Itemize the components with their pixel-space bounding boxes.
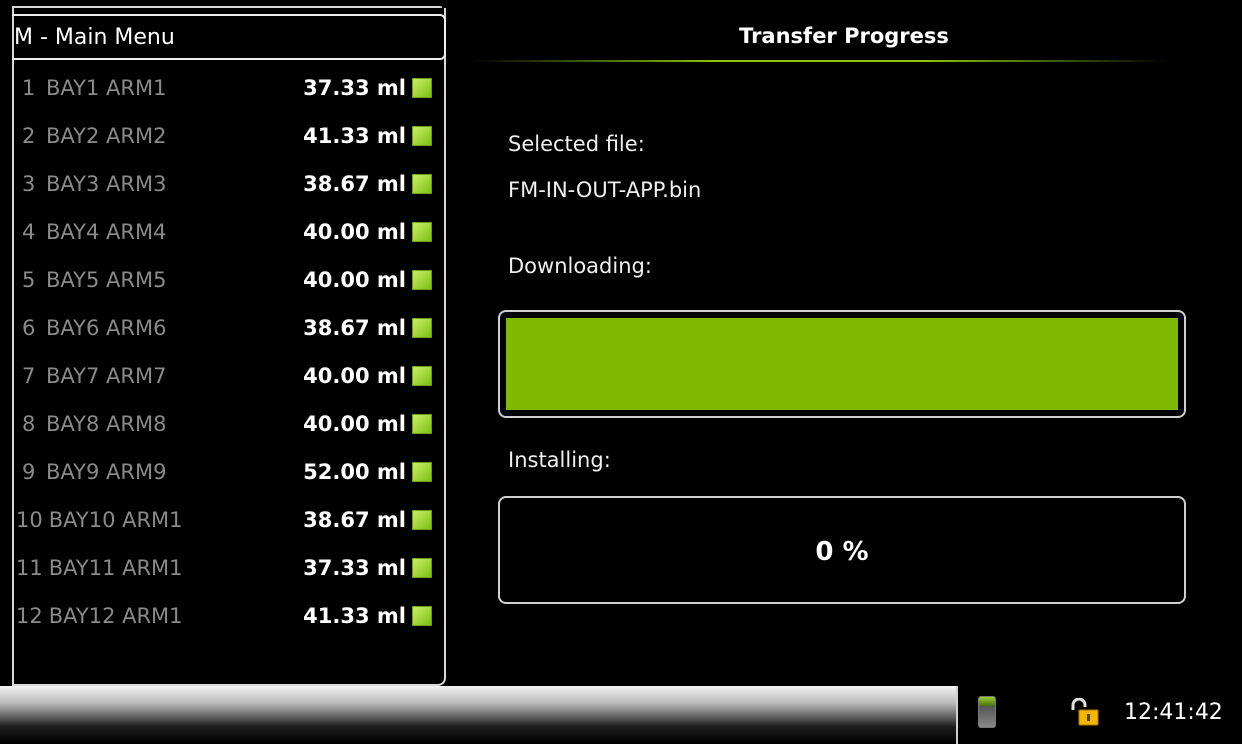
- list-item[interactable]: 4 BAY4 ARM4 40.00 ml: [12, 208, 444, 256]
- item-name: BAY7 ARM7: [46, 364, 167, 388]
- item-number: 7: [22, 364, 36, 388]
- item-name: BAY12 ARM1: [48, 604, 183, 628]
- status-led-icon: [412, 78, 432, 98]
- item-name: BAY2 ARM2: [46, 124, 167, 148]
- item-number: 1: [22, 76, 36, 100]
- status-led-icon: [412, 366, 432, 386]
- item-name: BAY3 ARM3: [46, 172, 167, 196]
- list-item[interactable]: 6 BAY6 ARM6 38.67 ml: [12, 304, 444, 352]
- unlocked-padlock-icon[interactable]: [1070, 698, 1100, 726]
- main-menu-title[interactable]: M - Main Menu: [12, 14, 446, 60]
- item-name: BAY11 ARM1: [48, 556, 183, 580]
- install-progress-bar: 0 %: [498, 496, 1186, 604]
- page-title: Transfer Progress: [739, 24, 949, 48]
- item-volume: 40.00 ml: [303, 268, 406, 292]
- item-number: 8: [22, 412, 36, 436]
- item-volume: 38.67 ml: [303, 172, 406, 196]
- status-led-icon: [412, 510, 432, 530]
- item-name: BAY4 ARM4: [46, 220, 167, 244]
- status-led-icon: [412, 222, 432, 242]
- selected-file-name: FM-IN-OUT-APP.bin: [508, 178, 702, 202]
- item-number: 2: [22, 124, 36, 148]
- installing-label: Installing:: [508, 448, 611, 472]
- status-led-icon: [412, 606, 432, 626]
- handheld-device-icon[interactable]: [978, 696, 996, 728]
- item-name: BAY5 ARM5: [46, 268, 167, 292]
- status-led-icon: [412, 270, 432, 290]
- list-item[interactable]: 8 BAY8 ARM8 40.00 ml: [12, 400, 444, 448]
- list-item[interactable]: 9 BAY9 ARM9 52.00 ml: [12, 448, 444, 496]
- item-volume: 37.33 ml: [303, 556, 406, 580]
- item-name: BAY9 ARM9: [46, 460, 167, 484]
- item-volume: 38.67 ml: [303, 316, 406, 340]
- item-number: 6: [22, 316, 36, 340]
- item-volume: 38.67 ml: [303, 508, 406, 532]
- selected-file-label: Selected file:: [508, 132, 645, 156]
- downloading-label: Downloading:: [508, 254, 652, 278]
- item-volume: 52.00 ml: [303, 460, 406, 484]
- status-led-icon: [412, 126, 432, 146]
- item-volume: 41.33 ml: [303, 124, 406, 148]
- install-progress-text: 0 %: [815, 537, 869, 567]
- item-volume: 40.00 ml: [303, 364, 406, 388]
- download-progress-fill: [506, 318, 1178, 410]
- item-volume: 41.33 ml: [303, 604, 406, 628]
- item-number: 10: [16, 508, 43, 532]
- item-volume: 40.00 ml: [303, 412, 406, 436]
- item-number: 11: [16, 556, 43, 580]
- list-item[interactable]: 7 BAY7 ARM7 40.00 ml: [12, 352, 444, 400]
- item-name: BAY6 ARM6: [46, 316, 167, 340]
- item-number: 5: [22, 268, 36, 292]
- item-volume: 37.33 ml: [303, 76, 406, 100]
- status-led-icon: [412, 414, 432, 434]
- list-item[interactable]: 3 BAY3 ARM3 38.67 ml: [12, 160, 444, 208]
- list-item[interactable]: 2 BAY2 ARM2 41.33 ml: [12, 112, 444, 160]
- item-number: 4: [22, 220, 36, 244]
- list-item[interactable]: 10 BAY10 ARM1 38.67 ml: [12, 496, 444, 544]
- download-progress-bar: [498, 310, 1186, 418]
- list-item[interactable]: 5 BAY5 ARM5 40.00 ml: [12, 256, 444, 304]
- title-underline: [470, 60, 1170, 62]
- list-item[interactable]: 1 BAY1 ARM1 37.33 ml: [12, 64, 444, 112]
- clock-time: 12:41:42: [1124, 700, 1223, 725]
- status-led-icon: [412, 318, 432, 338]
- item-number: 9: [22, 460, 36, 484]
- bay-list: 1 BAY1 ARM1 37.33 ml 2 BAY2 ARM2 41.33 m…: [12, 64, 444, 640]
- item-number: 3: [22, 172, 36, 196]
- item-name: BAY1 ARM1: [46, 76, 167, 100]
- item-number: 12: [16, 604, 43, 628]
- item-volume: 40.00 ml: [303, 220, 406, 244]
- item-name: BAY8 ARM8: [46, 412, 167, 436]
- list-item[interactable]: 12 BAY12 ARM1 41.33 ml: [12, 592, 444, 640]
- list-item[interactable]: 11 BAY11 ARM1 37.33 ml: [12, 544, 444, 592]
- item-name: BAY10 ARM1: [48, 508, 183, 532]
- status-led-icon: [412, 174, 432, 194]
- status-led-icon: [412, 462, 432, 482]
- status-led-icon: [412, 558, 432, 578]
